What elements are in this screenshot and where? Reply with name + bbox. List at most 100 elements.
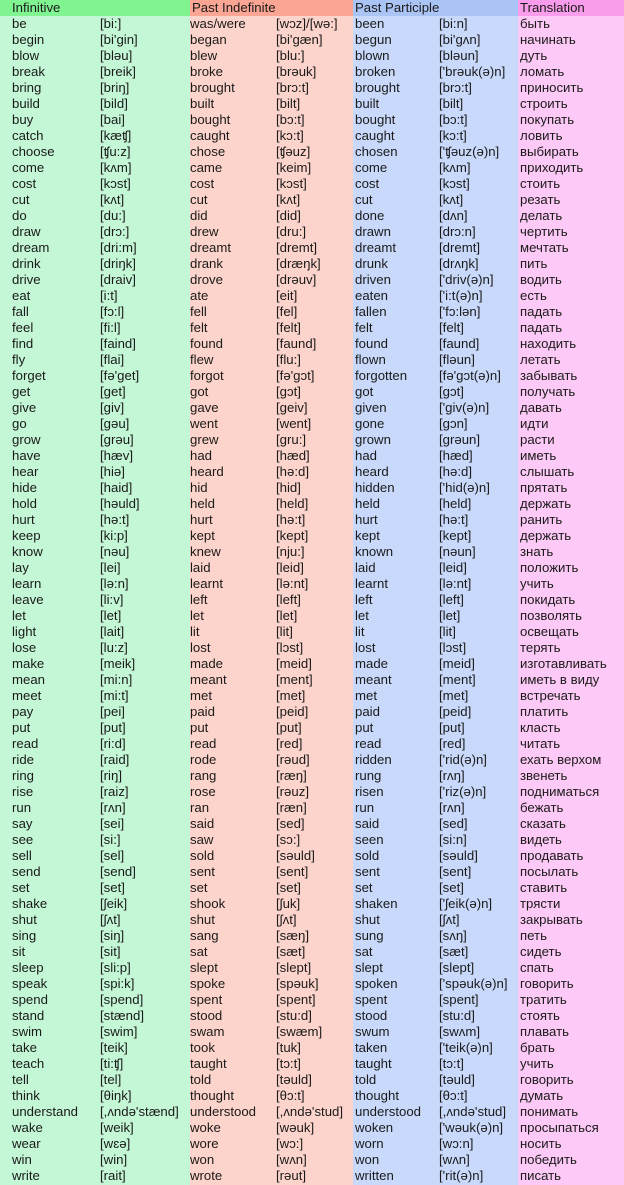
translation-cell: дуть bbox=[520, 48, 548, 63]
past-participle-cell: sold bbox=[355, 848, 380, 863]
infinitive-transcription-cell: [həuld] bbox=[100, 496, 140, 511]
infinitive-cell: find bbox=[12, 336, 34, 351]
past-indefinite-cell: gave bbox=[190, 400, 219, 415]
past-participle-cell: heard bbox=[355, 464, 389, 479]
past-participle-cell: learnt bbox=[355, 576, 388, 591]
infinitive-cell: fly bbox=[12, 352, 26, 367]
header-infinitive: Infinitive bbox=[0, 0, 190, 16]
past-indefinite-transcription-cell: [went] bbox=[276, 416, 312, 431]
past-indefinite-cell: grew bbox=[190, 432, 219, 447]
past-indefinite-cell: drank bbox=[190, 256, 223, 271]
translation-cell: падать bbox=[520, 320, 563, 335]
verb-row: write [rait] wrote [rəut] written ['rit(ə)n] п… bbox=[0, 1168, 624, 1184]
translation-cell: терять bbox=[520, 640, 561, 655]
past-indefinite-cell: cut bbox=[190, 192, 208, 207]
translation-cell: трясти bbox=[520, 896, 561, 911]
verb-row: lay [lei] laid [leid] laid [leid] положить bbox=[0, 560, 624, 576]
past-participle-transcription-cell: [bilt] bbox=[439, 96, 464, 111]
past-indefinite-cell: shook bbox=[190, 896, 226, 911]
past-participle-transcription-cell: ['spəuk(ə)n] bbox=[439, 976, 508, 991]
verb-row: drink [driŋk] drank [dræŋk] drunk [drʌŋk] пить bbox=[0, 256, 624, 272]
infinitive-transcription-cell: [put] bbox=[100, 720, 126, 735]
past-participle-transcription-cell: ['riz(ə)n] bbox=[439, 784, 487, 799]
past-indefinite-cell: left bbox=[190, 592, 208, 607]
past-participle-cell: told bbox=[355, 1072, 377, 1087]
infinitive-cell: fall bbox=[12, 304, 29, 319]
past-participle-cell: seen bbox=[355, 832, 384, 847]
verb-row: sleep [sli:p] slept [slept] slept [slept] спат… bbox=[0, 960, 624, 976]
past-indefinite-cell: got bbox=[190, 384, 209, 399]
translation-cell: положить bbox=[520, 560, 579, 575]
verb-row: win [win] won [wʌn] won [wʌn] победить bbox=[0, 1152, 624, 1168]
past-indefinite-transcription-cell: [ræn] bbox=[276, 800, 307, 815]
past-indefinite-cell: came bbox=[190, 160, 223, 175]
past-participle-cell: won bbox=[355, 1152, 380, 1167]
infinitive-cell: swim bbox=[12, 1024, 43, 1039]
past-participle-cell: rung bbox=[355, 768, 382, 783]
infinitive-cell: leave bbox=[12, 592, 44, 607]
verbs-table-body: be [bi:] was/were [wɔz]/[wə:] been [bi:n] быть… bbox=[0, 16, 624, 1184]
past-participle-cell: blown bbox=[355, 48, 390, 63]
past-participle-cell: shaken bbox=[355, 896, 398, 911]
past-indefinite-transcription-cell: [stu:d] bbox=[276, 1008, 312, 1023]
past-participle-transcription-cell: [hæd] bbox=[439, 448, 473, 463]
infinitive-cell: grow bbox=[12, 432, 41, 447]
past-indefinite-transcription-cell: [let] bbox=[276, 608, 298, 623]
infinitive-cell: sing bbox=[12, 928, 37, 943]
past-indefinite-transcription-cell: [wʌn] bbox=[276, 1152, 307, 1167]
past-participle-cell: shut bbox=[355, 912, 380, 927]
verb-row: sit [sit] sat [sæt] sat [sæt] сидеть bbox=[0, 944, 624, 960]
past-participle-cell: spoken bbox=[355, 976, 398, 991]
past-indefinite-transcription-cell: [ʧəuz] bbox=[276, 144, 311, 159]
verb-row: forget [fə'get] forgot [fə'gɔt] forgotten [fə… bbox=[0, 368, 624, 384]
past-participle-transcription-cell: [nəun] bbox=[439, 544, 476, 559]
past-participle-cell: drawn bbox=[355, 224, 391, 239]
past-indefinite-transcription-cell: [rəuz] bbox=[276, 784, 309, 799]
past-participle-cell: paid bbox=[355, 704, 380, 719]
translation-cell: стоить bbox=[520, 176, 561, 191]
translation-cell: просыпаться bbox=[520, 1120, 599, 1135]
verb-row: have [hæv] had [hæd] had [hæd] иметь bbox=[0, 448, 624, 464]
infinitive-transcription-cell: [ʃeik] bbox=[100, 896, 128, 911]
verb-row: shake [ʃeik] shook [ʃuk] shaken ['ʃeik(ə)n] тр… bbox=[0, 896, 624, 912]
infinitive-transcription-cell: [raiz] bbox=[100, 784, 129, 799]
past-participle-cell: had bbox=[355, 448, 378, 463]
translation-cell: ехать верхом bbox=[520, 752, 602, 767]
infinitive-transcription-cell: [fi:l] bbox=[100, 320, 121, 335]
past-indefinite-cell: taught bbox=[190, 1056, 227, 1071]
past-indefinite-cell: flew bbox=[190, 352, 214, 367]
past-indefinite-cell: found bbox=[190, 336, 224, 351]
verb-row: grow [grəu] grew [gru:] grown [grəun] расти bbox=[0, 432, 624, 448]
infinitive-cell: meet bbox=[12, 688, 42, 703]
infinitive-transcription-cell: [θiŋk] bbox=[100, 1088, 132, 1103]
verb-row: blow [bləu] blew [blu:] blown [bləun] дуть bbox=[0, 48, 624, 64]
past-indefinite-cell: said bbox=[190, 816, 215, 831]
past-indefinite-cell: sold bbox=[190, 848, 215, 863]
past-participle-transcription-cell: [let] bbox=[439, 608, 461, 623]
past-indefinite-transcription-cell: [fel] bbox=[276, 304, 298, 319]
infinitive-transcription-cell: [ri:d] bbox=[100, 736, 126, 751]
past-participle-cell: kept bbox=[355, 528, 380, 543]
past-participle-cell: hidden bbox=[355, 480, 395, 495]
verb-row: feel [fi:l] felt [felt] felt [felt] падать bbox=[0, 320, 624, 336]
past-indefinite-transcription-cell: [brɔ:t] bbox=[276, 80, 309, 95]
past-indefinite-cell: ran bbox=[190, 800, 210, 815]
infinitive-cell: cost bbox=[12, 176, 37, 191]
verb-row: sing [siŋ] sang [sæŋ] sung [sʌŋ] петь bbox=[0, 928, 624, 944]
past-participle-transcription-cell: [rʌn] bbox=[439, 800, 465, 815]
verb-row: find [faind] found [faund] found [faund] наход… bbox=[0, 336, 624, 352]
translation-cell: прятать bbox=[520, 480, 568, 495]
past-indefinite-transcription-cell: [slept] bbox=[276, 960, 312, 975]
past-participle-transcription-cell: [gɔn] bbox=[439, 416, 468, 431]
translation-cell: давать bbox=[520, 400, 562, 415]
infinitive-transcription-cell: [si:] bbox=[100, 832, 121, 847]
translation-cell: знать bbox=[520, 544, 554, 559]
past-indefinite-cell: cost bbox=[190, 176, 215, 191]
infinitive-transcription-cell: [lei] bbox=[100, 560, 121, 575]
past-indefinite-cell: let bbox=[190, 608, 204, 623]
infinitive-transcription-cell: [rʌn] bbox=[100, 800, 126, 815]
past-indefinite-transcription-cell: [eit] bbox=[276, 288, 298, 303]
past-participle-cell: risen bbox=[355, 784, 384, 799]
translation-cell: идти bbox=[520, 416, 549, 431]
past-participle-transcription-cell: ['hid(ə)n] bbox=[439, 480, 490, 495]
